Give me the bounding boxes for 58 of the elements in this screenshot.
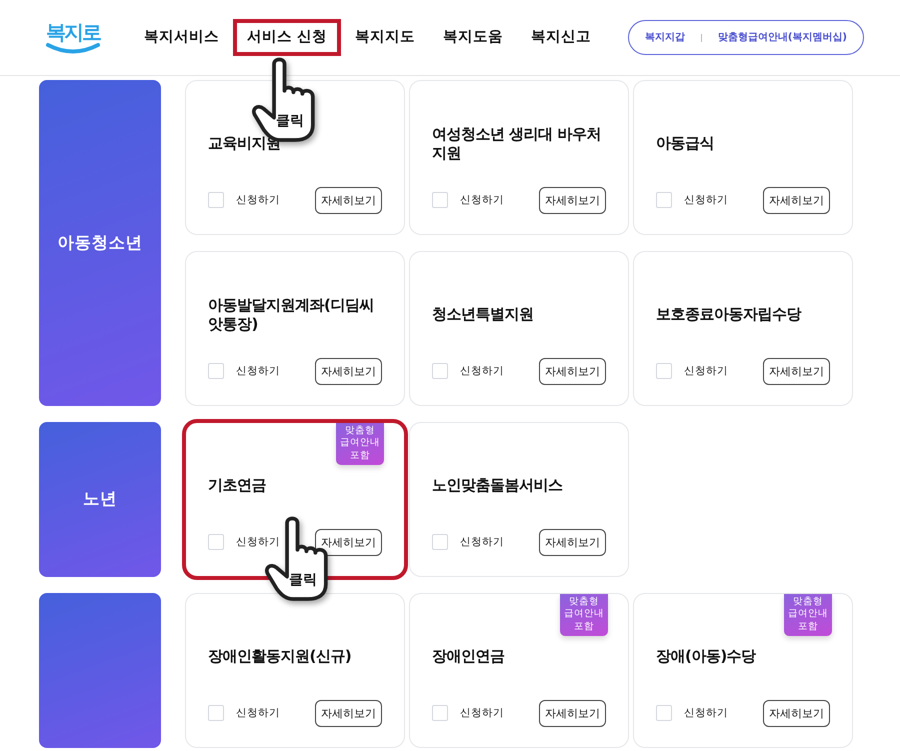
apply-label: 신청하기 (236, 192, 280, 208)
smile-icon (45, 42, 101, 54)
apply-label: 신청하기 (460, 706, 504, 721)
apply-checkbox[interactable] (656, 705, 672, 722)
apply-checkbox[interactable] (432, 534, 448, 550)
service-title: 장애인연금 (432, 647, 504, 667)
details-button[interactable]: 자세히보기 (763, 700, 830, 727)
apply-label: 신청하기 (236, 364, 280, 379)
service-title: 장애(아동)수당 (656, 647, 756, 667)
click-label: 클릭 (289, 573, 317, 587)
quick-link[interactable]: 맞춤형급여안내(복지멤버십) (718, 30, 847, 45)
category-label: 아동청소년 (58, 232, 142, 254)
apply-label: 신청하기 (460, 534, 504, 550)
service-title: 보호종료아동자립수당 (656, 305, 801, 325)
service-title: 기초연금 (208, 476, 266, 496)
apply-label: 신청하기 (684, 706, 728, 721)
apply-checkbox[interactable] (432, 363, 448, 380)
custom-benefit-badge: 맞춤형 급여안내 포함 (784, 594, 832, 636)
nav-link[interactable]: 복지신고 (517, 18, 606, 56)
apply-label: 신청하기 (684, 364, 728, 379)
details-button[interactable]: 자세히보기 (315, 358, 382, 385)
apply-label: 신청하기 (460, 192, 504, 208)
apply-checkbox[interactable] (208, 192, 224, 208)
details-button[interactable]: 자세히보기 (315, 700, 382, 727)
apply-label: 신청하기 (236, 706, 280, 721)
nav-link[interactable]: 복지도움 (429, 18, 518, 56)
apply-label: 신청하기 (460, 364, 504, 379)
apply-label: 신청하기 (684, 192, 728, 208)
apply-checkbox[interactable] (656, 192, 672, 208)
apply-label: 신청하기 (236, 534, 280, 550)
service-title: 장애인활동지원(신규) (208, 647, 352, 667)
details-button[interactable]: 자세히보기 (539, 528, 606, 556)
apply-checkbox[interactable] (208, 705, 224, 722)
nav-link[interactable]: 복지서비스 (130, 18, 233, 56)
apply-checkbox[interactable] (656, 363, 672, 380)
details-button[interactable]: 자세히보기 (539, 700, 606, 727)
details-button[interactable]: 자세히보기 (539, 186, 606, 214)
nav-link[interactable]: 복지지도 (341, 18, 430, 56)
category-label: 노년 (83, 488, 117, 510)
click-label: 클릭 (276, 114, 304, 128)
service-title: 아동급식 (656, 134, 714, 154)
details-button[interactable]: 자세히보기 (763, 358, 830, 385)
details-button[interactable]: 자세히보기 (539, 358, 606, 385)
apply-checkbox[interactable] (432, 705, 448, 722)
details-button[interactable]: 자세히보기 (315, 186, 382, 214)
apply-checkbox[interactable] (208, 534, 224, 550)
service-title: 청소년특별지원 (432, 305, 534, 325)
quick-link[interactable]: 복지지갑 (644, 30, 685, 45)
service-title: 아동발달지원계좌(디딤씨앗통장) (208, 296, 375, 334)
service-title: 여성청소년 생리대 바우처지원 (432, 124, 602, 164)
apply-checkbox[interactable] (208, 363, 224, 380)
service-title: 노인맞춤돌봄서비스 (432, 476, 562, 496)
custom-benefit-badge: 맞춤형 급여안내 포함 (336, 423, 384, 466)
apply-checkbox[interactable] (432, 192, 448, 208)
details-button[interactable]: 자세히보기 (763, 186, 830, 214)
nav-link[interactable]: 서비스 신청 (233, 18, 342, 56)
details-button[interactable]: 자세히보기 (315, 528, 382, 556)
custom-benefit-badge: 맞춤형 급여안내 포함 (560, 594, 608, 636)
